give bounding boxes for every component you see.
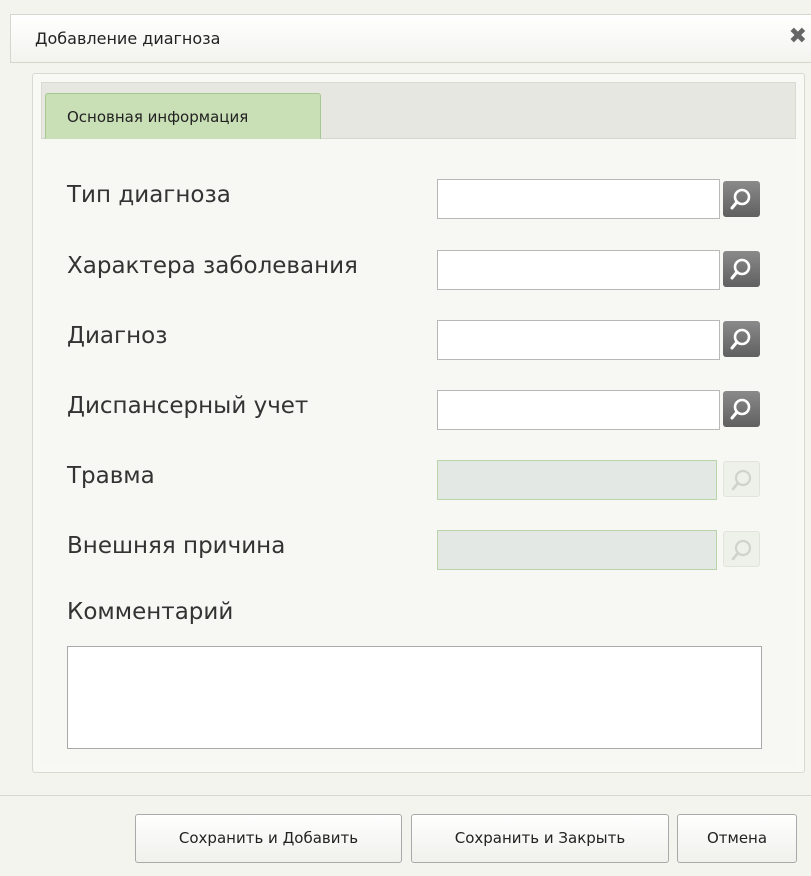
injury-input	[437, 460, 717, 500]
search-icon	[730, 188, 751, 210]
external-cause-input	[437, 530, 717, 570]
diagnosis-label: Диагноз	[67, 323, 168, 349]
disease-character-label: Характера заболевания	[67, 253, 358, 279]
disease-character-input[interactable]	[437, 250, 720, 290]
disease-character-search-button[interactable]	[723, 251, 760, 287]
tab-content: Тип диагноза Характера заболевания Диагн…	[41, 139, 796, 766]
dispensary-record-input[interactable]	[437, 390, 720, 430]
save-and-close-button[interactable]: Сохранить и Закрыть	[411, 814, 669, 863]
dialog-title: Добавление диагноза	[35, 29, 221, 48]
external-cause-search-button	[723, 531, 760, 567]
diagnosis-search-button[interactable]	[723, 321, 760, 357]
close-icon[interactable]: ✖	[789, 26, 807, 48]
search-icon	[730, 258, 751, 280]
save-and-add-button[interactable]: Сохранить и Добавить	[135, 814, 402, 863]
diagnosis-type-label: Тип диагноза	[67, 182, 231, 208]
injury-search-button	[723, 461, 760, 497]
footer-divider	[0, 795, 811, 796]
add-diagnosis-dialog: Добавление диагноза ✖ Основная информаци…	[0, 0, 811, 876]
dispensary-record-label: Диспансерный учет	[67, 393, 309, 419]
search-icon	[731, 539, 752, 561]
tab-main-info[interactable]: Основная информация	[45, 93, 321, 140]
diagnosis-type-input[interactable]	[437, 179, 720, 219]
external-cause-label: Внешняя причина	[67, 533, 286, 559]
dialog-titlebar: Добавление диагноза ✖	[10, 14, 811, 63]
comment-label: Комментарий	[67, 599, 234, 625]
cancel-button[interactable]: Отмена	[677, 814, 797, 863]
diagnosis-type-search-button[interactable]	[723, 181, 760, 217]
diagnosis-input[interactable]	[437, 320, 720, 360]
tab-bar: Основная информация	[41, 82, 796, 140]
search-icon	[730, 398, 751, 420]
comment-textarea[interactable]	[67, 646, 762, 749]
search-icon	[730, 328, 751, 350]
dispensary-record-search-button[interactable]	[723, 391, 760, 427]
form-panel: Основная информация Тип диагноза Характе…	[32, 73, 805, 773]
search-icon	[731, 469, 752, 491]
injury-label: Травма	[67, 463, 155, 489]
